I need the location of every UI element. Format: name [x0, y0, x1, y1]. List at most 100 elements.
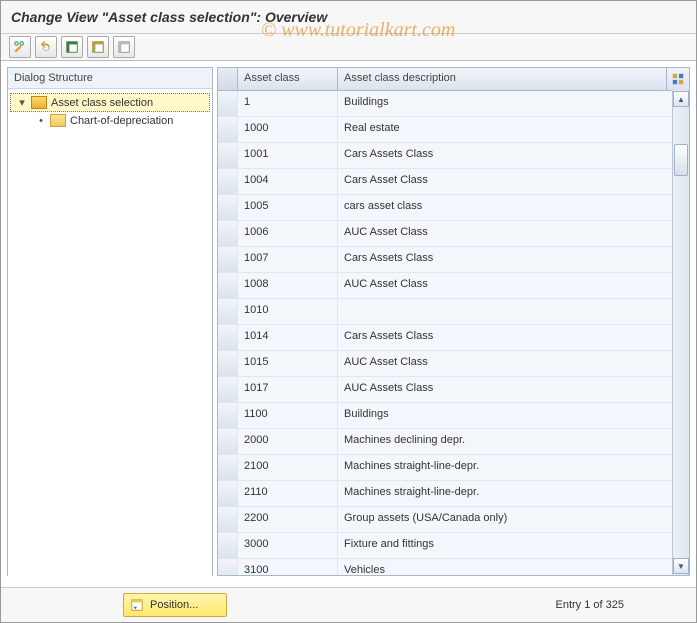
row-selector[interactable]	[218, 481, 238, 506]
table-row[interactable]: 1100Buildings	[218, 403, 689, 429]
cell-asset-class-description[interactable]: AUC Asset Class	[338, 351, 689, 376]
cell-asset-class-description[interactable]: AUC Assets Class	[338, 377, 689, 402]
table-row[interactable]: 1000Real estate	[218, 117, 689, 143]
row-selector[interactable]	[218, 429, 238, 454]
row-selector[interactable]	[218, 533, 238, 558]
table-row[interactable]: 1Buildings	[218, 91, 689, 117]
cell-asset-class-description[interactable]: AUC Asset Class	[338, 273, 689, 298]
cell-asset-class-description[interactable]: Buildings	[338, 403, 689, 428]
dialog-structure-panel: Dialog Structure ▾ Asset class selection…	[7, 67, 213, 576]
col-asset-class[interactable]: Asset class	[238, 68, 338, 90]
table-row[interactable]: 3000Fixture and fittings	[218, 533, 689, 559]
cell-asset-class[interactable]: 1014	[238, 325, 338, 350]
configure-columns-button[interactable]	[667, 68, 689, 90]
position-icon	[130, 598, 144, 612]
cell-asset-class-description[interactable]: Machines straight-line-depr.	[338, 455, 689, 480]
position-button[interactable]: Position...	[123, 593, 227, 617]
cell-asset-class[interactable]: 3100	[238, 559, 338, 575]
cell-asset-class-description[interactable]: AUC Asset Class	[338, 221, 689, 246]
table-row[interactable]: 1001Cars Assets Class	[218, 143, 689, 169]
row-selector[interactable]	[218, 351, 238, 376]
vertical-scrollbar[interactable]: ▲ ▼	[672, 90, 689, 575]
cell-asset-class[interactable]: 1100	[238, 403, 338, 428]
cell-asset-class[interactable]: 1017	[238, 377, 338, 402]
table-row[interactable]: 1007Cars Assets Class	[218, 247, 689, 273]
row-selector[interactable]	[218, 195, 238, 220]
cell-asset-class-description[interactable]: Cars Assets Class	[338, 247, 689, 272]
table-row[interactable]: 3100Vehicles	[218, 559, 689, 575]
scroll-up-button[interactable]: ▲	[673, 91, 689, 107]
row-selector-header[interactable]	[218, 68, 238, 90]
scrollbar-thumb[interactable]	[674, 144, 688, 176]
cell-asset-class-description[interactable]: Machines straight-line-depr.	[338, 481, 689, 506]
cell-asset-class[interactable]: 1006	[238, 221, 338, 246]
row-selector[interactable]	[218, 325, 238, 350]
cell-asset-class[interactable]: 1015	[238, 351, 338, 376]
cell-asset-class[interactable]: 3000	[238, 533, 338, 558]
table-row[interactable]: 1006AUC Asset Class	[218, 221, 689, 247]
cell-asset-class-description[interactable]: Fixture and fittings	[338, 533, 689, 558]
row-selector[interactable]	[218, 143, 238, 168]
table-row[interactable]: 1017AUC Assets Class	[218, 377, 689, 403]
select-block-button[interactable]	[87, 36, 109, 58]
folder-open-icon	[31, 96, 47, 109]
scroll-down-button[interactable]: ▼	[673, 558, 689, 574]
cell-asset-class[interactable]: 1005	[238, 195, 338, 220]
table-row[interactable]: 2110Machines straight-line-depr.	[218, 481, 689, 507]
row-selector[interactable]	[218, 221, 238, 246]
cell-asset-class-description[interactable]: Vehicles	[338, 559, 689, 575]
select-all-button[interactable]	[61, 36, 83, 58]
cell-asset-class-description[interactable]	[338, 299, 689, 324]
cell-asset-class-description[interactable]: Real estate	[338, 117, 689, 142]
row-selector[interactable]	[218, 117, 238, 142]
cell-asset-class[interactable]: 2100	[238, 455, 338, 480]
tree-node-label: Asset class selection	[51, 97, 153, 109]
deselect-all-button[interactable]	[113, 36, 135, 58]
cell-asset-class[interactable]: 1008	[238, 273, 338, 298]
cell-asset-class[interactable]: 1004	[238, 169, 338, 194]
row-selector[interactable]	[218, 559, 238, 575]
cell-asset-class-description[interactable]: Cars Assets Class	[338, 143, 689, 168]
row-selector[interactable]	[218, 169, 238, 194]
cell-asset-class[interactable]: 1	[238, 91, 338, 116]
cell-asset-class-description[interactable]: cars asset class	[338, 195, 689, 220]
cell-asset-class-description[interactable]: Group assets (USA/Canada only)	[338, 507, 689, 532]
collapse-icon[interactable]: ▾	[17, 96, 27, 109]
table-row[interactable]: 1015AUC Asset Class	[218, 351, 689, 377]
toggle-edit-button[interactable]	[9, 36, 31, 58]
row-selector[interactable]	[218, 91, 238, 116]
tree-node-chart-of-depreciation[interactable]: • Chart-of-depreciation	[8, 112, 212, 129]
row-selector[interactable]	[218, 377, 238, 402]
cell-asset-class[interactable]: 1007	[238, 247, 338, 272]
cell-asset-class-description[interactable]: Cars Asset Class	[338, 169, 689, 194]
table-row[interactable]: 1008AUC Asset Class	[218, 273, 689, 299]
table-deselect-icon	[117, 40, 131, 54]
cell-asset-class-description[interactable]: Cars Assets Class	[338, 325, 689, 350]
folder-closed-icon	[50, 114, 66, 127]
row-selector[interactable]	[218, 455, 238, 480]
table-row[interactable]: 2000Machines declining depr.	[218, 429, 689, 455]
row-selector[interactable]	[218, 403, 238, 428]
table-row[interactable]: 1004Cars Asset Class	[218, 169, 689, 195]
tree-node-label: Chart-of-depreciation	[70, 115, 173, 127]
cell-asset-class[interactable]: 2000	[238, 429, 338, 454]
table-row[interactable]: 1014Cars Assets Class	[218, 325, 689, 351]
cell-asset-class[interactable]: 2200	[238, 507, 338, 532]
row-selector[interactable]	[218, 507, 238, 532]
row-selector[interactable]	[218, 299, 238, 324]
cell-asset-class[interactable]: 1001	[238, 143, 338, 168]
row-selector[interactable]	[218, 247, 238, 272]
cell-asset-class-description[interactable]: Buildings	[338, 91, 689, 116]
undo-button[interactable]	[35, 36, 57, 58]
table-row[interactable]: 1010	[218, 299, 689, 325]
cell-asset-class[interactable]: 1000	[238, 117, 338, 142]
cell-asset-class[interactable]: 2110	[238, 481, 338, 506]
table-row[interactable]: 1005cars asset class	[218, 195, 689, 221]
row-selector[interactable]	[218, 273, 238, 298]
table-row[interactable]: 2100Machines straight-line-depr.	[218, 455, 689, 481]
table-row[interactable]: 2200Group assets (USA/Canada only)	[218, 507, 689, 533]
col-asset-class-description[interactable]: Asset class description	[338, 68, 667, 90]
tree-node-asset-class-selection[interactable]: ▾ Asset class selection	[10, 93, 210, 112]
cell-asset-class-description[interactable]: Machines declining depr.	[338, 429, 689, 454]
cell-asset-class[interactable]: 1010	[238, 299, 338, 324]
